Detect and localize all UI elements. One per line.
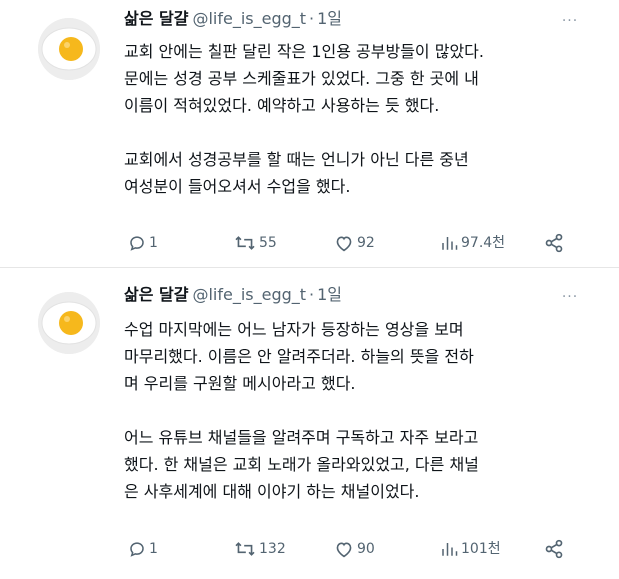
views-icon bbox=[442, 237, 458, 250]
boiled-egg-avatar-icon bbox=[38, 292, 100, 354]
share-icon bbox=[545, 539, 563, 559]
tweet-text-line: 교회 안에는 칠판 달린 작은 1인용 공부방들이 많았다. bbox=[124, 42, 484, 61]
tweet-text: 수업 마지막에는 어느 남자가 등장하는 영상을 보며 마무리했다. 이름은 안… bbox=[124, 316, 594, 505]
timeline: 삶은 달걀 @life_is_egg_t · 1일 ··· 교회 안에는 칠판 달린 … bbox=[0, 0, 619, 579]
separator-dot: · bbox=[309, 9, 315, 28]
like-icon bbox=[336, 236, 352, 252]
user-handle[interactable]: @life_is_egg_t bbox=[192, 9, 306, 28]
reply-icon bbox=[130, 236, 144, 251]
display-name[interactable]: 삶은 달걀 bbox=[124, 9, 188, 28]
separator-dot: · bbox=[309, 285, 315, 304]
avatar[interactable] bbox=[38, 18, 100, 80]
like-icon bbox=[336, 542, 352, 558]
timestamp[interactable]: 1일 bbox=[317, 9, 342, 28]
tweet-text-line: 교회에서 성경공부를 할 때는 언니가 아닌 다른 중년 bbox=[124, 150, 469, 169]
like-button[interactable]: 90 bbox=[334, 537, 375, 561]
tweet-header: 삶은 달걀 @life_is_egg_t · 1일 bbox=[124, 6, 342, 32]
reply-button[interactable]: 1 bbox=[128, 231, 158, 255]
like-count: 92 bbox=[357, 235, 375, 251]
retweet-count: 132 bbox=[259, 541, 286, 557]
tweet-header: 삶은 달걀 @life_is_egg_t · 1일 bbox=[124, 282, 342, 308]
like-button[interactable]: 92 bbox=[334, 231, 375, 255]
reply-count: 1 bbox=[149, 235, 158, 251]
tweet-text-line: 어느 유튜브 채널들을 알려주며 구독하고 자주 보라고 bbox=[124, 428, 479, 447]
views-count: 101천 bbox=[461, 541, 501, 557]
retweet-icon bbox=[235, 542, 255, 556]
user-handle[interactable]: @life_is_egg_t bbox=[192, 285, 306, 304]
retweet-button[interactable]: 132 bbox=[234, 537, 286, 561]
share-button[interactable] bbox=[544, 537, 564, 561]
views-icon bbox=[442, 543, 458, 556]
timestamp[interactable]: 1일 bbox=[317, 285, 342, 304]
views-count: 97.4천 bbox=[461, 235, 506, 251]
tweet-text-line: 여성분이 들어오셔서 수업을 했다. bbox=[124, 177, 351, 196]
tweet-text-line: 수업 마지막에는 어느 남자가 등장하는 영상을 보며 bbox=[124, 320, 464, 339]
tweet-text-line: 은 사후세계에 대해 이야기 하는 채널이었다. bbox=[124, 482, 420, 501]
reply-icon bbox=[130, 542, 144, 557]
tweet-text: 교회 안에는 칠판 달린 작은 1인용 공부방들이 많았다. 문에는 성경 공부… bbox=[124, 38, 594, 200]
avatar[interactable] bbox=[38, 292, 100, 354]
tweet-text-line: 문에는 성경 공부 스케줄표가 있었다. 그중 한 곳에 내 bbox=[124, 69, 479, 88]
tweet-actions: 1 55 92 97.4천 bbox=[124, 231, 584, 255]
tweet-text-line: 이름이 적혀있었다. 예약하고 사용하는 듯 했다. bbox=[124, 96, 440, 115]
tweet-text-line: 마무리했다. 이름은 안 알려주더라. 하늘의 뜻을 전하 bbox=[124, 347, 474, 366]
views-button[interactable]: 97.4천 bbox=[440, 231, 505, 255]
retweet-count: 55 bbox=[259, 235, 277, 251]
reply-count: 1 bbox=[149, 541, 158, 557]
more-icon[interactable]: ··· bbox=[556, 10, 584, 32]
share-icon bbox=[545, 233, 563, 253]
views-button[interactable]: 101천 bbox=[440, 537, 501, 561]
retweet-button[interactable]: 55 bbox=[234, 231, 277, 255]
display-name[interactable]: 삶은 달걀 bbox=[124, 285, 188, 304]
tweet-actions: 1 132 90 101천 bbox=[124, 537, 584, 561]
more-icon[interactable]: ··· bbox=[556, 286, 584, 308]
share-button[interactable] bbox=[544, 231, 564, 255]
reply-button[interactable]: 1 bbox=[128, 537, 158, 561]
retweet-icon bbox=[235, 236, 255, 250]
like-count: 90 bbox=[357, 541, 375, 557]
tweet-text-line: 며 우리를 구원할 메시아라고 했다. bbox=[124, 374, 356, 393]
boiled-egg-avatar-icon bbox=[38, 18, 100, 80]
tweet-text-line: 했다. 한 채널은 교회 노래가 올라와있었고, 다른 채널 bbox=[124, 455, 479, 474]
